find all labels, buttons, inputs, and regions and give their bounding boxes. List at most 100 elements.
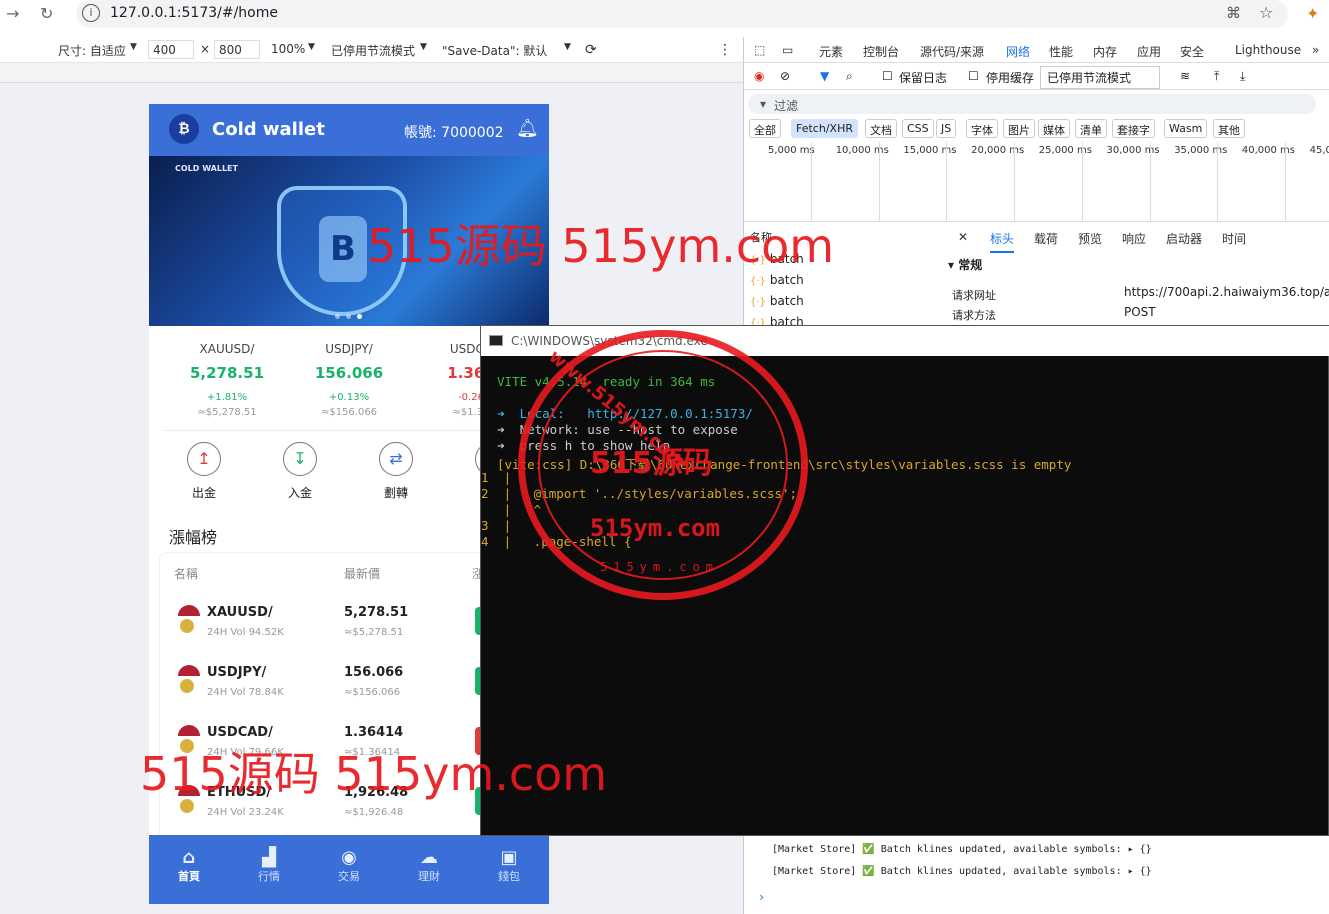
devtools-tab[interactable]: 元素 [819,43,843,60]
general-section[interactable]: ▾ 常规 [948,256,982,273]
nav-tab-label: 錢包 [498,870,520,883]
carousel-dot[interactable] [335,314,340,319]
rotate-icon[interactable]: ⟳ [585,42,597,58]
row-volume: 24H Vol 94.52K [207,627,284,638]
search-icon[interactable]: ⌕ [846,69,853,84]
more-options-icon[interactable]: ⋮ [718,42,732,58]
timeline-tick: 15,000 ms [903,145,957,156]
type-filter-chip[interactable]: 媒体 [1038,119,1070,138]
action-deposit-button[interactable]: ↧ 入金 [270,442,330,501]
watermark-top: 515源码 515ym.com [367,219,835,273]
nav-tab-home[interactable]: ⌂ 首頁 [159,847,219,884]
wifi-icon[interactable]: ≋ [1180,69,1190,83]
dimensions-select[interactable]: 尺寸: 自适应 [58,42,126,59]
record-icon[interactable]: ◉ [754,69,764,83]
devtools-tab[interactable]: 内存 [1093,43,1117,60]
nav-tab-market-chart[interactable]: ▟ 行情 [239,847,299,884]
devtools-tab[interactable]: 应用 [1137,43,1161,60]
preserve-log-label: 保留日志 [899,71,948,85]
type-filter-chip[interactable]: 字体 [966,119,998,138]
close-icon[interactable]: ✕ [958,230,968,244]
throttle-select[interactable]: 已停用节流模式 [331,42,415,59]
detail-tab[interactable]: 载荷 [1034,230,1058,247]
filter-icon[interactable]: ▼ [820,69,829,83]
download-icon[interactable]: ⤓ [1240,69,1245,84]
devtools-tab[interactable]: 源代码/来源 [920,43,984,60]
inspect-icon[interactable]: ⬚ [754,43,765,57]
save-data-select[interactable]: "Save-Data": 默认 [442,42,547,59]
detail-tab[interactable]: 响应 [1122,230,1146,247]
account-number: 帳號: 7000002 [404,125,504,141]
type-filter-chip[interactable]: 全部 [749,119,781,138]
filter-input[interactable]: ▾ 过滤 [748,94,1316,114]
extension-fox-icon[interactable]: ✦ [1306,4,1319,23]
ticker-price: 5,278.51 [189,364,265,382]
nav-tab-trade[interactable]: ◉ 交易 [319,847,379,884]
console-drawer: [Market Store] ✅ Batch klines updated, a… [744,832,1329,914]
height-input[interactable]: 800 [214,40,260,59]
bell-icon[interactable]: 🔔︎ [516,118,539,139]
translate-icon[interactable]: ⌘ [1226,4,1241,22]
ticker-change: +0.13% [328,392,370,403]
timeline-tick: 5,000 ms [768,145,815,156]
type-filter-chip[interactable]: 其他 [1213,119,1245,138]
funnel-icon: ▾ [760,97,767,111]
banner-brand: COLD WALLET [175,164,238,173]
detail-tab[interactable]: 启动器 [1166,230,1202,247]
type-filter-chip[interactable]: CSS [902,119,934,138]
devtools-tab[interactable]: 安全 [1180,43,1204,60]
site-info-icon[interactable]: i [82,4,100,22]
devtools-tab[interactable]: Lighthouse [1235,43,1301,57]
type-filter-chip[interactable]: Wasm [1164,119,1208,138]
more-tabs-icon[interactable]: » [1312,43,1319,57]
action-transfer-button[interactable]: ⇄ 劃轉 [366,442,426,501]
nav-tab-wallet[interactable]: ▣ 錢包 [479,847,539,884]
carousel-dot[interactable] [346,314,351,319]
chevron-down-icon: ▼ [130,42,137,52]
request-url-value: https://700api.2.haiwaiym36.top/ap [1124,285,1329,299]
action-withdraw-button[interactable]: ↥ 出金 [174,442,234,501]
upload-icon[interactable]: ⤒ [1214,69,1219,84]
zoom-select[interactable]: 100% [271,42,305,56]
col-header-price: 最新價 [344,567,381,581]
ticker-card[interactable]: XAUUSD/5,278.51 +1.81% ≈$5,278.51 [167,342,287,418]
nav-tab-finance[interactable]: ☁ 理財 [399,847,459,884]
forward-icon[interactable]: → [6,4,19,23]
detail-tab[interactable]: 标头 [990,230,1015,253]
devtools-tab[interactable]: 网络 [1006,43,1030,60]
type-filter-chip[interactable]: 清单 [1075,119,1107,138]
type-filter-chip[interactable]: 图片 [1003,119,1035,138]
bottom-nav: ⌂ 首頁 ▟ 行情 ◉ 交易 ☁ 理財 ▣ 錢包 [149,835,549,904]
type-filter-chip[interactable]: 文档 [865,119,897,138]
request-row[interactable]: {·} batch [750,294,804,308]
detail-tab[interactable]: 时间 [1222,230,1246,247]
home-icon: ⌂ [182,847,196,868]
row-price: 5,278.51 [344,605,409,620]
type-filter-chip[interactable]: 套接字 [1112,119,1155,138]
devtools-tab[interactable]: 控制台 [863,43,899,60]
devtools-tab[interactable]: 性能 [1049,43,1073,60]
xhr-icon: {·} [750,276,766,287]
address-bar[interactable]: i 127.0.0.1:5173/#/home ⌘ ☆ [76,0,1288,28]
reload-icon[interactable]: ↻ [40,4,53,23]
console-line: [Market Store] ✅ Batch klines updated, a… [772,866,1152,877]
ticker-card[interactable]: USDJPY/156.066 +0.13% ≈$156.066 [289,342,409,418]
carousel-dot-active[interactable] [357,314,362,319]
browser-toolbar: → ↻ i 127.0.0.1:5173/#/home ⌘ ☆ ✦ [0,0,1329,30]
type-filter-chip[interactable]: Fetch/XHR [791,119,858,138]
device-toggle-icon[interactable]: ▭ [782,43,793,57]
terminal-line: 3 | [481,518,512,533]
disable-cache-checkbox[interactable]: ☐ [968,69,979,83]
clear-icon[interactable]: ⊘ [780,69,790,83]
row-symbol: XAUUSD/ [207,605,273,620]
network-throttle-select[interactable]: 已停用节流模式 [1040,66,1161,89]
timeline-gridline [1081,142,1083,222]
type-filter-chip[interactable]: JS [936,119,957,138]
resource-type-filters: 全部 Fetch/XHR 文档 CSS JS 字体 图片 媒体 清单 套接字 Wasm 其他 [744,119,1329,139]
width-input[interactable]: 400 [148,40,194,59]
bookmark-star-icon[interactable]: ☆ [1259,3,1273,22]
preserve-log-checkbox[interactable]: ☐ [882,69,893,83]
detail-tab[interactable]: 预览 [1078,230,1102,247]
console-prompt-icon[interactable]: › [758,890,765,904]
timeline-tick: 40,000 ms [1241,145,1296,156]
